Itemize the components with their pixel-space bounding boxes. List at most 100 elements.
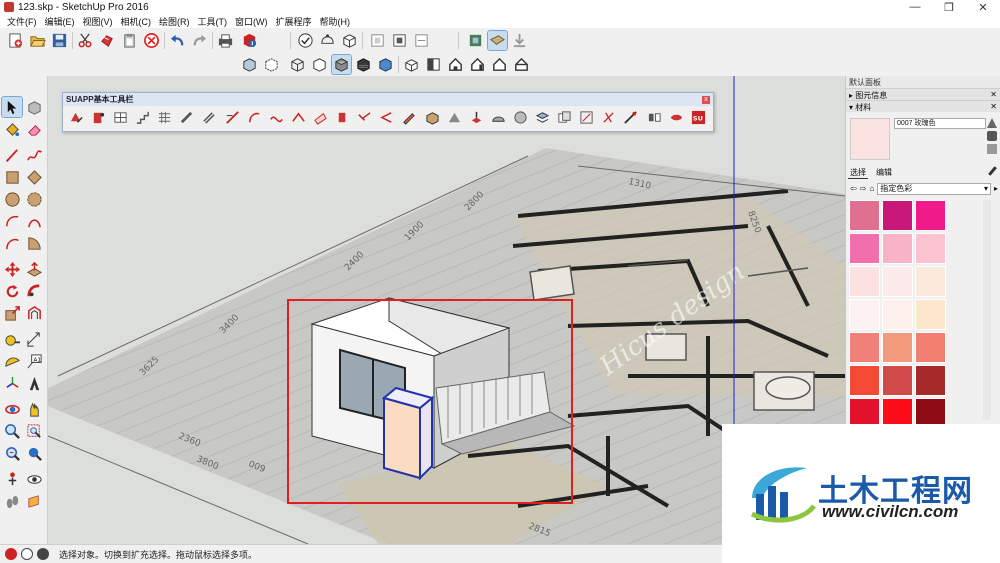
material-swatch[interactable]	[882, 233, 913, 264]
suapp-door-tool-icon[interactable]	[91, 110, 108, 127]
warehouse-icon[interactable]	[466, 31, 485, 50]
suapp-curve-tool-icon[interactable]	[269, 110, 286, 127]
right-view-icon[interactable]	[468, 55, 487, 74]
rotate-tool-icon[interactable]	[2, 281, 22, 301]
material-swatch[interactable]	[915, 200, 946, 231]
material-swatch[interactable]	[882, 332, 913, 363]
open-folder-icon[interactable]	[28, 31, 47, 50]
display-section-cuts-icon[interactable]	[390, 31, 409, 50]
suapp-array-tool-icon[interactable]	[579, 110, 596, 127]
back-icon[interactable]: ⇦	[850, 184, 857, 193]
line-tool-icon[interactable]	[2, 145, 22, 165]
default-material-icon[interactable]	[987, 144, 997, 154]
material-swatch[interactable]	[882, 200, 913, 231]
menu-tools[interactable]: 工具(T)	[194, 15, 232, 28]
text-tool-icon[interactable]: A1	[24, 351, 44, 371]
material-swatch[interactable]	[915, 299, 946, 330]
rotated-rectangle-icon[interactable]	[24, 167, 44, 187]
material-swatch[interactable]	[915, 332, 946, 363]
materials-section[interactable]: ▾ 材料 ✕	[846, 100, 1000, 112]
suapp-angle-tool-icon[interactable]	[379, 110, 396, 127]
shaded-textures-icon[interactable]	[354, 55, 373, 74]
display-section-planes-icon[interactable]	[412, 31, 431, 50]
select-tool-icon[interactable]	[1, 96, 23, 118]
pie-tool-icon[interactable]	[24, 233, 44, 253]
suapp-roof-tool-icon[interactable]	[291, 110, 308, 127]
dimension-tool-icon[interactable]	[24, 329, 44, 349]
material-swatch[interactable]	[849, 332, 880, 363]
zoom-extents-icon[interactable]	[2, 443, 22, 463]
user-icon[interactable]	[37, 548, 49, 560]
extension-warehouse-icon[interactable]	[510, 31, 529, 50]
menu-extensions[interactable]: 扩展程序	[272, 15, 316, 28]
material-swatch[interactable]	[882, 299, 913, 330]
copy-icon[interactable]	[98, 31, 117, 50]
suapp-weld-tool-icon[interactable]	[623, 110, 640, 127]
close-section-icon[interactable]: ✕	[990, 90, 997, 99]
iso-view-icon[interactable]	[402, 55, 421, 74]
circle-tool-icon[interactable]	[2, 189, 22, 209]
make-component-icon[interactable]	[24, 97, 44, 117]
material-swatch[interactable]	[882, 365, 913, 396]
hidden-line-icon[interactable]	[310, 55, 329, 74]
previous-view-icon[interactable]	[24, 443, 44, 463]
material-swatch[interactable]	[849, 365, 880, 396]
3d-text-icon[interactable]	[24, 373, 44, 393]
suapp-hide-tool-icon[interactable]	[647, 110, 664, 127]
position-camera-icon[interactable]	[2, 469, 22, 489]
components-icon[interactable]	[340, 31, 359, 50]
minimize-button[interactable]: —	[898, 1, 932, 13]
material-swatch[interactable]	[849, 200, 880, 231]
orbit-tool-icon[interactable]	[2, 399, 22, 419]
suapp-beam-tool-icon[interactable]	[201, 110, 218, 127]
credits-icon[interactable]	[21, 548, 33, 560]
eraser-icon[interactable]	[24, 119, 44, 139]
paste-icon[interactable]	[120, 31, 139, 50]
suapp-stairs-tool-icon[interactable]	[135, 110, 152, 127]
material-swatch[interactable]	[915, 365, 946, 396]
top-view-icon[interactable]	[424, 55, 443, 74]
suapp-toolbar-header[interactable]: SUAPP基本工具栏 x	[63, 93, 713, 106]
suapp-wall-tool-icon[interactable]	[69, 110, 86, 127]
zoom-tool-icon[interactable]	[2, 421, 22, 441]
entity-info-section[interactable]: ▸ 图元信息 ✕	[846, 88, 1000, 100]
suapp-close-button[interactable]: x	[702, 95, 710, 104]
suapp-sphere-tool-icon[interactable]	[513, 110, 530, 127]
left-view-icon[interactable]	[512, 55, 531, 74]
details-arrow-icon[interactable]: ▸	[994, 184, 998, 193]
menu-help[interactable]: 帮助(H)	[316, 15, 355, 28]
suapp-grid-tool-icon[interactable]	[157, 110, 174, 127]
close-section-icon[interactable]: ✕	[990, 102, 997, 111]
wireframe-icon[interactable]	[288, 55, 307, 74]
section-plane-icon[interactable]	[368, 31, 387, 50]
material-swatch[interactable]	[849, 266, 880, 297]
move-tool-icon[interactable]	[2, 259, 22, 279]
purge-icon[interactable]	[318, 31, 337, 50]
tape-measure-icon[interactable]	[2, 329, 22, 349]
axes-tool-icon[interactable]	[2, 373, 22, 393]
material-swatch[interactable]	[849, 299, 880, 330]
display-secondary-icon[interactable]	[987, 118, 997, 128]
menu-draw[interactable]: 绘图(R)	[155, 15, 194, 28]
paint-bucket-icon[interactable]	[2, 119, 22, 139]
suapp-dome-tool-icon[interactable]	[491, 110, 508, 127]
cut-icon[interactable]	[76, 31, 95, 50]
material-swatch[interactable]	[915, 233, 946, 264]
save-icon[interactable]	[50, 31, 69, 50]
suapp-box-tool-icon[interactable]	[425, 110, 442, 127]
erase-icon[interactable]	[142, 31, 161, 50]
redo-icon[interactable]	[190, 31, 209, 50]
three-point-arc-icon[interactable]	[2, 233, 22, 253]
walk-tool-icon[interactable]	[2, 491, 22, 511]
model-info-icon[interactable]	[240, 31, 259, 50]
home-icon[interactable]: ⌂	[869, 184, 874, 193]
monochrome-icon[interactable]	[376, 55, 395, 74]
arc-tool-icon[interactable]	[2, 211, 22, 231]
swatch-scrollbar[interactable]	[983, 200, 991, 420]
collection-select[interactable]: 指定色彩 ▾	[877, 182, 991, 195]
xray-icon[interactable]	[240, 55, 259, 74]
suapp-copy-tool-icon[interactable]	[557, 110, 574, 127]
suapp-face-tool-icon[interactable]	[313, 110, 330, 127]
rectangle-tool-icon[interactable]	[2, 167, 22, 187]
validity-check-icon[interactable]	[296, 31, 315, 50]
